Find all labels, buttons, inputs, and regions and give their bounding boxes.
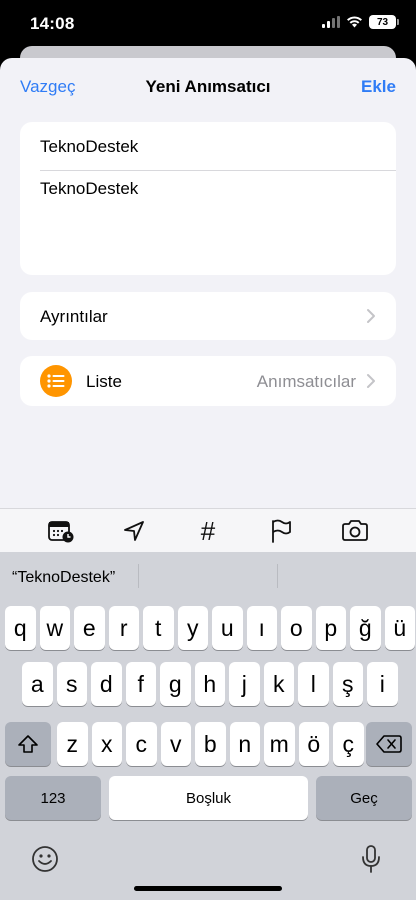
next-key[interactable]: Geç: [316, 776, 412, 820]
page-title: Yeni Anımsatıcı: [145, 77, 271, 96]
status-time: 14:08: [30, 14, 75, 33]
chevron-right-icon: [367, 374, 375, 388]
signal-icon: [322, 16, 340, 28]
location-arrow-icon[interactable]: [120, 518, 148, 544]
wifi-icon: [347, 16, 362, 28]
hashtag-icon[interactable]: #: [194, 516, 222, 546]
status-bar: 14:08 73: [0, 0, 416, 48]
details-row[interactable]: Ayrıntılar: [20, 292, 396, 340]
suggestion-item[interactable]: “TeknoDestek”: [12, 569, 115, 587]
key-z[interactable]: z: [57, 722, 88, 766]
key-u[interactable]: u: [212, 606, 243, 650]
list-bullet-icon: [40, 365, 72, 397]
delete-key[interactable]: [366, 722, 412, 766]
numbers-key[interactable]: 123: [5, 776, 101, 820]
key-ü[interactable]: ü: [384, 606, 415, 650]
space-key[interactable]: Boşluk: [109, 776, 308, 820]
details-label: Ayrıntılar: [40, 307, 108, 326]
reminder-input-group: TeknoDestek TeknoDestek: [20, 122, 396, 275]
key-y[interactable]: y: [177, 606, 208, 650]
chevron-right-icon: [367, 309, 375, 323]
list-row[interactable]: Liste Anımsatıcılar: [20, 356, 396, 406]
camera-icon[interactable]: [340, 518, 370, 544]
home-indicator: [134, 886, 282, 891]
key-l[interactable]: l: [298, 662, 329, 706]
key-n[interactable]: n: [229, 722, 260, 766]
shift-key[interactable]: [5, 722, 51, 766]
battery-icon: 73: [369, 15, 399, 29]
key-ö[interactable]: ö: [298, 722, 329, 766]
key-v[interactable]: v: [160, 722, 191, 766]
flag-icon[interactable]: [267, 518, 295, 544]
key-i[interactable]: i: [367, 662, 398, 706]
key-k[interactable]: k: [263, 662, 294, 706]
key-b[interactable]: b: [195, 722, 226, 766]
key-d[interactable]: d: [91, 662, 122, 706]
status-icons: 73: [322, 15, 399, 29]
key-j[interactable]: j: [229, 662, 260, 706]
key-w[interactable]: w: [39, 606, 70, 650]
key-r[interactable]: r: [108, 606, 139, 650]
key-m[interactable]: m: [264, 722, 295, 766]
notes-field[interactable]: TeknoDestek: [40, 179, 376, 199]
key-t[interactable]: t: [143, 606, 174, 650]
field-divider: [40, 170, 396, 171]
list-value: Anımsatıcılar: [256, 372, 356, 391]
key-c[interactable]: c: [126, 722, 157, 766]
key-ı[interactable]: ı: [246, 606, 277, 650]
key-q[interactable]: q: [5, 606, 36, 650]
microphone-icon[interactable]: [356, 844, 386, 874]
key-p[interactable]: p: [315, 606, 346, 650]
emoji-icon[interactable]: [30, 844, 60, 874]
suggestion-bar: “TeknoDestek”: [0, 552, 416, 600]
key-e[interactable]: e: [74, 606, 105, 650]
key-ç[interactable]: ç: [333, 722, 364, 766]
key-o[interactable]: o: [281, 606, 312, 650]
calendar-clock-icon[interactable]: [47, 518, 75, 544]
key-x[interactable]: x: [91, 722, 122, 766]
keyboard: “TeknoDestek” qwertyuıopğü asdfghjklşi zxc…: [0, 552, 416, 900]
add-button[interactable]: Ekle: [361, 77, 396, 97]
key-g[interactable]: g: [160, 662, 191, 706]
list-label: Liste: [86, 372, 122, 391]
suggestion-divider: [138, 564, 139, 588]
key-h[interactable]: h: [194, 662, 225, 706]
title-field[interactable]: TeknoDestek: [40, 137, 376, 157]
key-s[interactable]: s: [56, 662, 87, 706]
key-f[interactable]: f: [125, 662, 156, 706]
key-ş[interactable]: ş: [332, 662, 363, 706]
suggestion-divider: [277, 564, 278, 588]
key-ğ[interactable]: ğ: [350, 606, 381, 650]
accessory-toolbar: #: [0, 508, 416, 552]
nav-bar: Vazgeç Yeni Anımsatıcı Ekle: [0, 58, 416, 114]
key-a[interactable]: a: [22, 662, 53, 706]
